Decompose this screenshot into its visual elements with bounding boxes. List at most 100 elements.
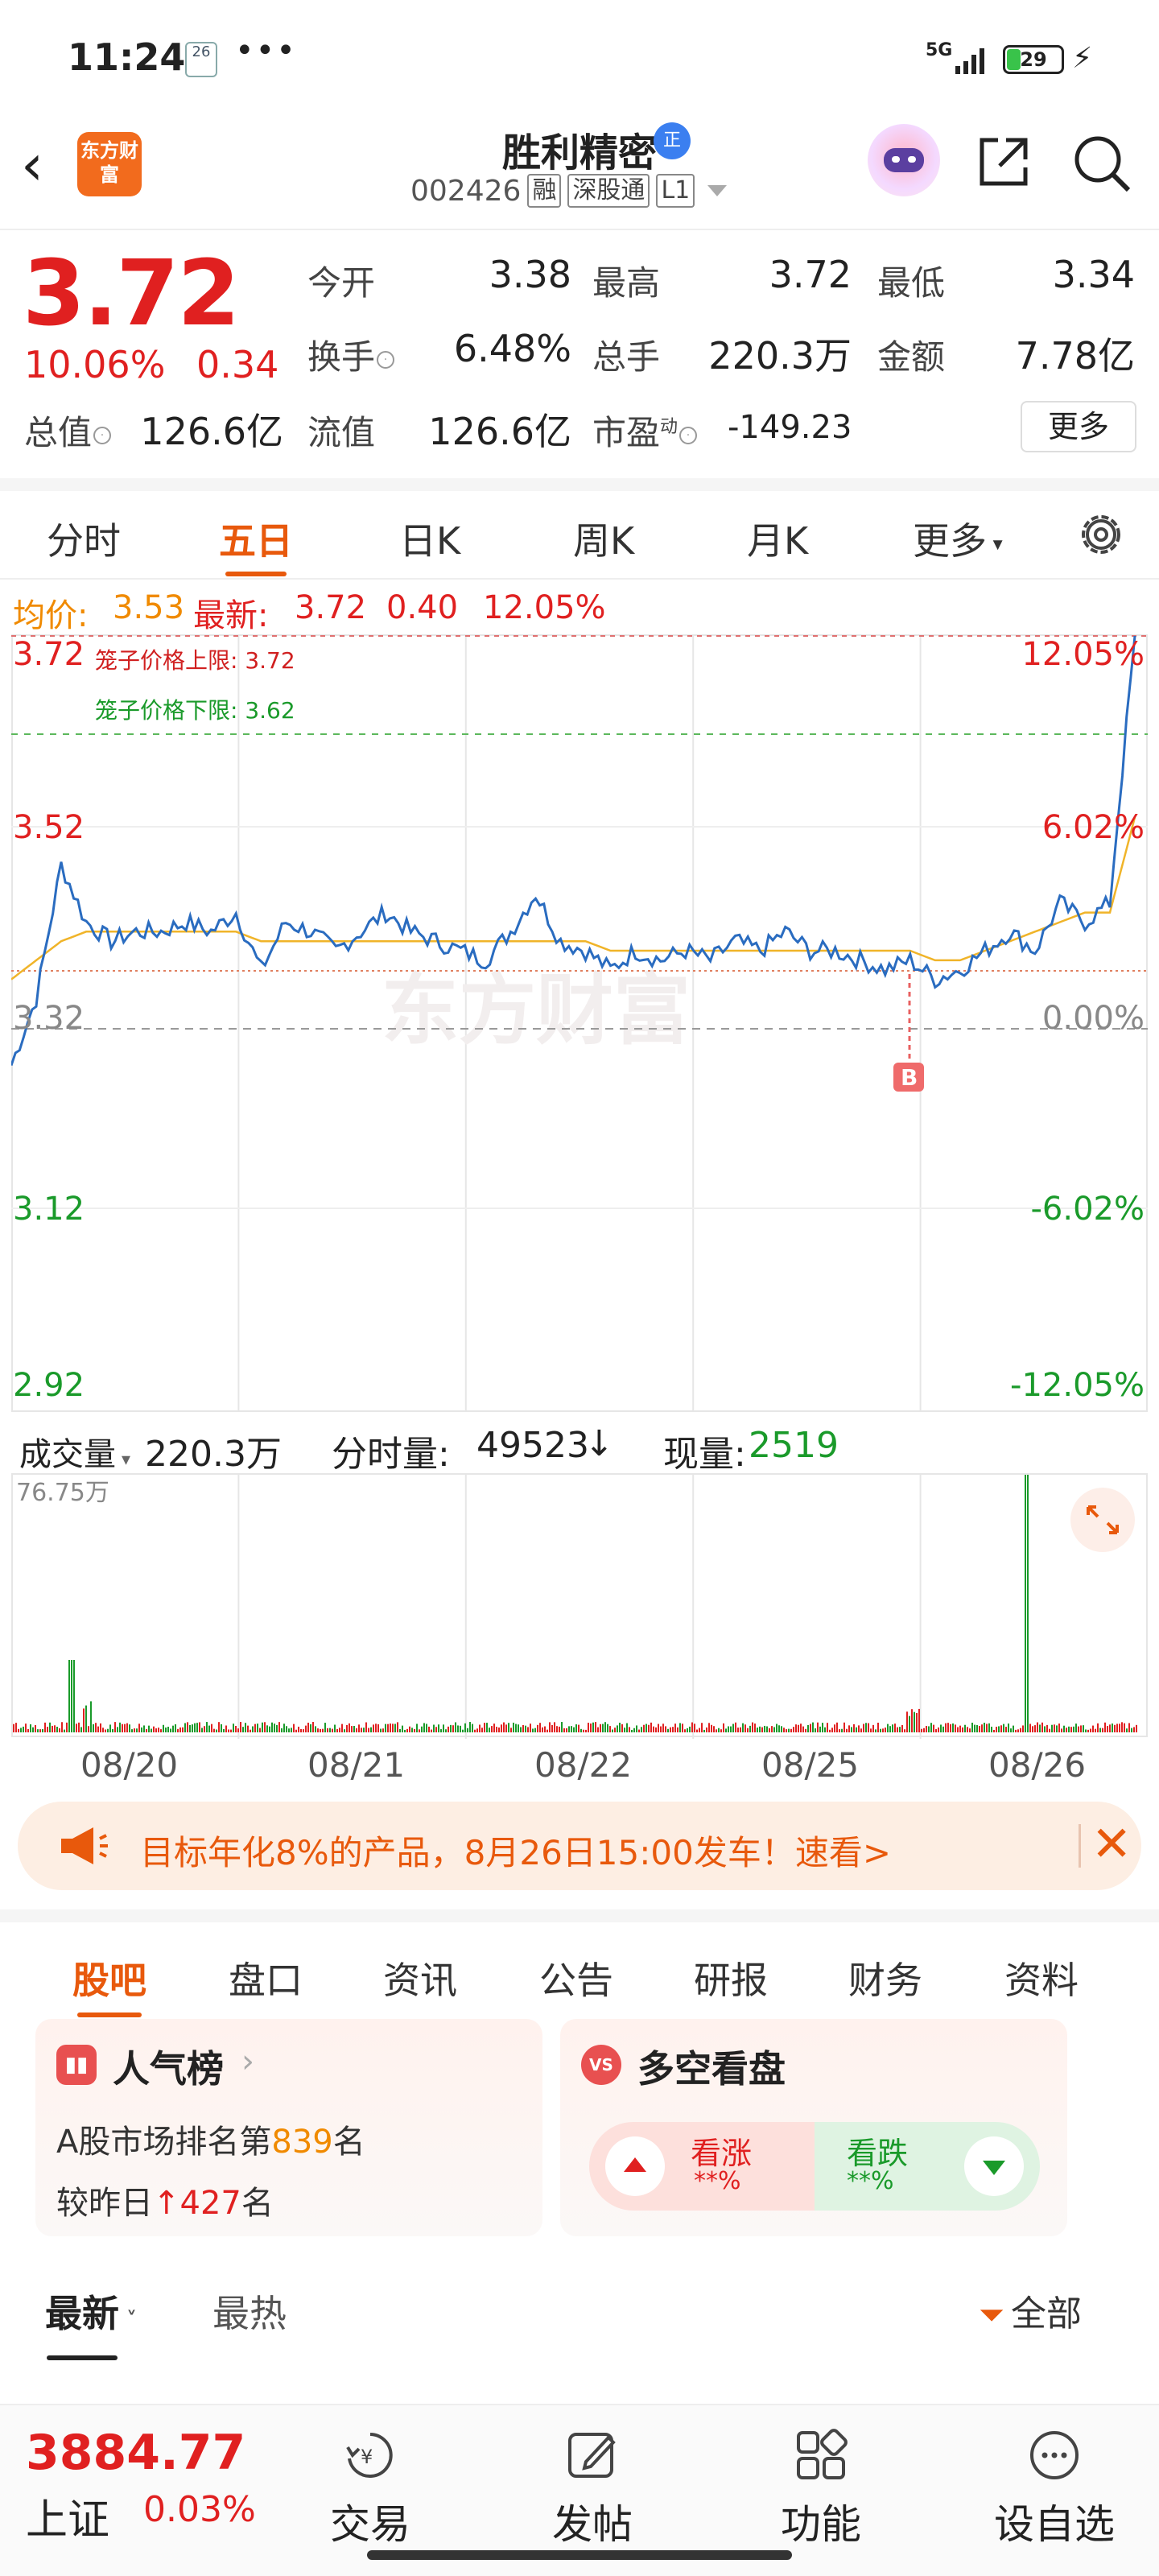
latest-label: 最新: <box>193 597 269 634</box>
rank-line: A股市场排名第839名 <box>56 2124 365 2161</box>
volume-bar <box>653 1726 654 1732</box>
volume-bar <box>134 1728 135 1732</box>
promo-text[interactable]: 目标年化8%的产品，8月26日15:00发车！速看> <box>140 1826 891 1875</box>
volume-bar <box>732 1724 734 1732</box>
volume-bar <box>90 1701 92 1732</box>
volume-bar <box>64 1729 65 1732</box>
tab-daily-k[interactable]: 日K <box>399 512 460 565</box>
volume-selector[interactable]: 成交量 ▾ <box>19 1428 130 1475</box>
arrow-up-icon: ↑ <box>153 2185 180 2222</box>
stock-code-row[interactable]: 002426 融 深股通 L1 <box>410 174 728 208</box>
volume-chart[interactable]: 76.75万 <box>11 1473 1148 1739</box>
volume-bar <box>701 1723 703 1732</box>
volume-bar <box>42 1728 43 1732</box>
vote-up-button[interactable]: 看涨 **% <box>589 2122 815 2211</box>
charging-icon: ⚡ <box>1072 42 1093 75</box>
volume-bar <box>177 1728 179 1732</box>
share-icon[interactable] <box>974 132 1033 192</box>
volume-bar <box>892 1724 893 1732</box>
volume-bar <box>218 1722 220 1732</box>
volume-bar <box>1044 1726 1046 1732</box>
volume-bar <box>626 1723 628 1732</box>
volume-bar <box>607 1724 608 1732</box>
volume-bar <box>942 1726 944 1732</box>
volume-bar <box>1022 1725 1024 1732</box>
turnover-label: 换手 · <box>307 330 395 379</box>
search-icon[interactable] <box>1070 132 1133 195</box>
tab-profile[interactable]: 资料 <box>1004 1951 1079 2004</box>
volume-bar <box>501 1724 502 1732</box>
filter-button[interactable]: ⏷ 全部 <box>979 2285 1082 2336</box>
tab-five-day[interactable]: 五日 <box>219 512 293 565</box>
volume-bar <box>575 1724 577 1732</box>
high-label: 最高 <box>592 263 661 303</box>
volume-bar <box>921 1728 922 1732</box>
volume-bar <box>621 1724 623 1732</box>
volume-bar <box>484 1723 485 1732</box>
volume-bar <box>1126 1728 1128 1732</box>
more-button[interactable]: 更多 <box>1021 401 1136 452</box>
chevron-down-icon[interactable] <box>707 185 728 196</box>
volume-bar <box>872 1724 874 1732</box>
volume-bar <box>370 1727 372 1732</box>
volume-bar <box>189 1724 191 1732</box>
tab-news[interactable]: 资讯 <box>383 1951 457 2004</box>
section-tabs: 股吧 盘口 资讯 公告 研报 财务 资料 <box>0 1909 1159 2017</box>
tab-intraday[interactable]: 分时 <box>47 512 121 565</box>
tab-monthly-k[interactable]: 月K <box>747 512 808 565</box>
volume-bar <box>515 1724 517 1732</box>
volume-bar <box>27 1728 29 1732</box>
tab-orderbook[interactable]: 盘口 <box>229 1951 303 2004</box>
nav-post[interactable]: 发帖 <box>528 2426 657 2550</box>
index-name[interactable]: 上证 <box>26 2486 109 2546</box>
vote-down-button[interactable]: 看跌 **% <box>815 2122 1040 2211</box>
svg-text:¥: ¥ <box>361 2446 373 2468</box>
promo-banner[interactable]: 目标年化8%的产品，8月26日15:00发车！速看> ✕ <box>18 1802 1141 1890</box>
sort-newest[interactable]: 最新 ˅ <box>45 2285 137 2338</box>
volume-bar <box>836 1722 838 1732</box>
volume-bar <box>211 1724 212 1732</box>
expand-button[interactable] <box>1070 1488 1135 1552</box>
price-chart[interactable]: 东方财富 B 笼子价格上限: 3.72 笼子价格下限: 3.62 3.72 3.5… <box>11 634 1148 1412</box>
tab-research[interactable]: 研报 <box>694 1951 768 2004</box>
volume-bar <box>573 1727 575 1732</box>
popularity-card[interactable]: ▮▮ 人气榜 › A股市场排名第839名 较昨日↑427名 <box>35 2019 542 2236</box>
index-value[interactable]: 3884.77 <box>26 2425 245 2481</box>
volume-bar <box>609 1726 611 1732</box>
volume-bar <box>590 1724 592 1732</box>
triangle-down-icon <box>983 2161 1005 2175</box>
sort-hottest[interactable]: 最热 <box>212 2285 287 2338</box>
nav-functions[interactable]: 功能 <box>757 2426 885 2550</box>
volume-bar <box>112 1728 113 1732</box>
volume-bar <box>363 1728 365 1732</box>
volume-bar <box>800 1724 802 1732</box>
volume-total: 220.3万 <box>145 1434 282 1475</box>
volume-bar <box>819 1726 821 1732</box>
tab-weekly-k[interactable]: 周K <box>573 512 634 565</box>
turnover-value: 6.48% <box>453 327 571 370</box>
volume-bar <box>633 1728 635 1732</box>
tab-forum[interactable]: 股吧 <box>72 1951 146 2004</box>
gear-icon[interactable] <box>1075 509 1127 560</box>
status-bar: 11:24 26 ••• 5G 29 ⚡ <box>0 0 1159 113</box>
volume-bar <box>1097 1723 1099 1732</box>
nav-trade[interactable]: ¥ 交易 <box>306 2426 435 2550</box>
close-icon[interactable]: ✕ <box>1091 1816 1132 1872</box>
volume-bar <box>23 1726 24 1732</box>
volume-bar <box>247 1725 249 1732</box>
volume-bar <box>421 1726 423 1732</box>
tab-announcements[interactable]: 公告 <box>539 1951 613 2004</box>
date-axis: 08/20 08/21 08/22 08/25 08/26 <box>0 1739 1159 1787</box>
volume-bar <box>547 1729 548 1732</box>
volume-value: 220.3万 <box>708 334 852 378</box>
volume-bar <box>13 1724 14 1732</box>
tab-financials[interactable]: 财务 <box>848 1951 922 2004</box>
volume-bar <box>824 1727 826 1732</box>
volume-bar <box>580 1728 582 1732</box>
tab-more[interactable]: 更多 ▾ <box>913 512 1003 565</box>
high-value: 3.72 <box>769 253 852 296</box>
volume-bar <box>368 1728 369 1732</box>
volume-bar <box>559 1726 560 1732</box>
nav-add-watchlist[interactable]: 设自选 <box>982 2426 1127 2550</box>
assistant-avatar[interactable] <box>868 124 940 196</box>
